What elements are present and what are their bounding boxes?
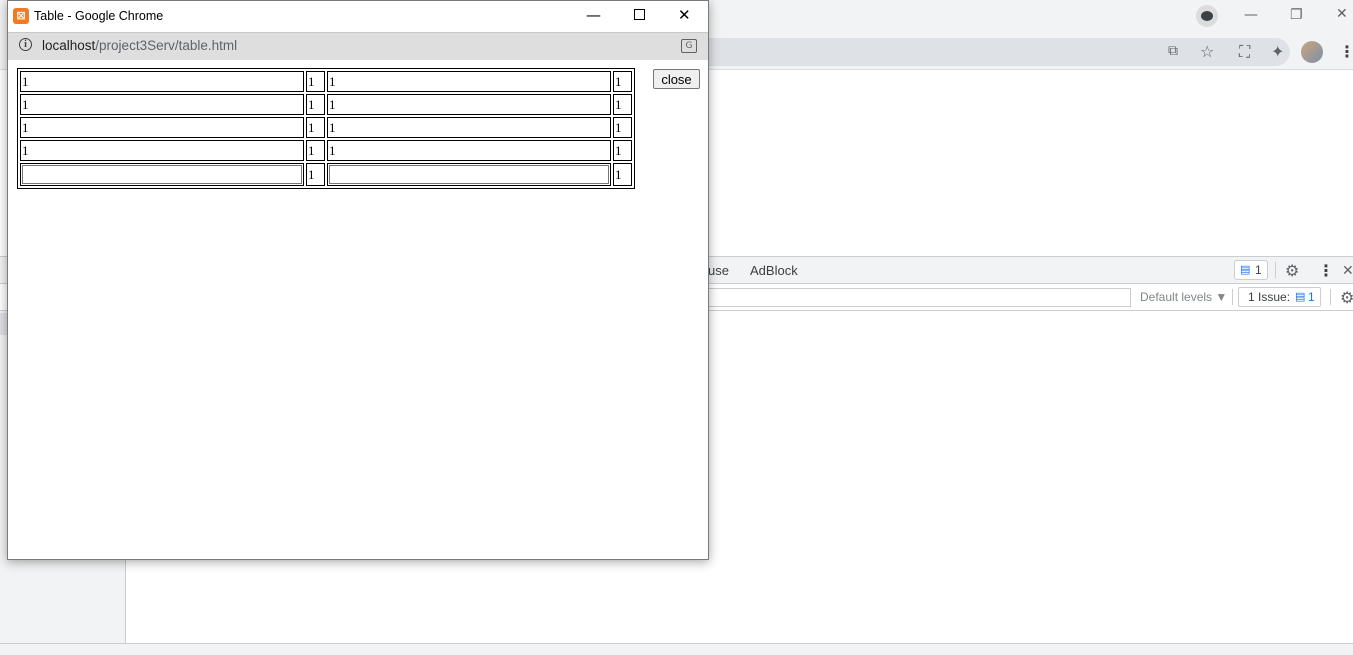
popup-titlebar: ⊠ Table - Google Chrome — ✕ [8,1,708,32]
translate-icon[interactable]: ⧉ [1168,43,1178,59]
popup-translate-icon[interactable]: G [681,39,697,53]
restore-icon[interactable]: ❐ [1290,8,1303,22]
data-table: 1 1 1 1 1 1 1 1 1 1 1 1 1 1 1 1 1 1 [17,68,635,189]
issue-badge-count: 1 [1255,263,1262,277]
table-cell: 1 [306,117,325,138]
table-row: 1 1 1 1 [20,140,632,161]
separator [1330,289,1331,305]
separator [1232,289,1233,305]
table-cell: 1 [613,117,632,138]
table-cell: 1 [613,94,632,115]
table-cell: 1 [20,117,304,138]
table-cell: 1 [20,71,304,92]
table-cell: 1 [306,163,325,186]
input-cell [20,163,304,186]
popup-close-icon[interactable]: ✕ [678,8,691,23]
profile-menu-icon[interactable] [1196,5,1218,27]
devtools-issue-badge[interactable]: ▤ 1 [1234,260,1268,280]
screenshot-icon[interactable]: ⛶ [1239,42,1250,62]
url-host: localhost [42,38,96,53]
close-icon[interactable]: ✕ [1336,7,1348,21]
table-row: 1 1 1 1 [20,117,632,138]
message-icon: ▤ [1295,290,1306,303]
popup-maximize-icon[interactable] [634,9,645,20]
popup-title: Table - Google Chrome [34,9,164,23]
minimize-icon[interactable]: — [1244,8,1258,22]
popup-minimize-icon[interactable]: — [586,8,601,23]
console-filter-input[interactable] [708,288,1131,307]
row-input-1[interactable] [22,165,302,184]
table-row: 1 1 1 1 [20,71,632,92]
table-cell: 1 [327,140,611,161]
popup-url[interactable]: localhost/project3Serv/table.html [42,38,237,53]
issues-button-label: 1 Issue: [1248,290,1291,304]
table-row: 1 1 1 1 [20,94,632,115]
devtools-menu-icon[interactable]: ⋮ [1318,261,1334,280]
xampp-app-icon: ⊠ [13,8,29,24]
devtools-drawer-bar [0,643,1353,655]
popup-window: ⊠ Table - Google Chrome — ✕ i localhost/… [7,0,709,560]
separator [1275,262,1276,278]
table-cell: 1 [306,71,325,92]
settings-icon[interactable]: ⚙ [1285,261,1299,280]
devtools-close-icon[interactable]: ✕ [1342,264,1353,278]
menu-icon[interactable]: ⋮ [1339,42,1353,61]
url-path: /project3Serv/table.html [95,38,238,53]
table-cell: 1 [327,117,611,138]
table-cell: 1 [613,140,632,161]
table-cell: 1 [327,94,611,115]
console-settings-icon[interactable]: ⚙ [1340,288,1353,307]
table-cell: 1 [613,71,632,92]
extensions-icon[interactable]: ✦ [1271,42,1284,61]
table-input-row: 1 1 [20,163,632,186]
issues-button-count: 1 [1308,290,1315,304]
issues-button[interactable]: 1 Issue: ▤ 1 [1238,287,1321,307]
table-cell: 1 [306,94,325,115]
message-icon: ▤ [1240,263,1251,276]
table-cell: 1 [20,94,304,115]
default-levels-dropdown[interactable]: Default levels ▼ [1140,290,1227,304]
devtools-tab-adblock[interactable]: AdBlock [750,263,798,278]
close-button[interactable]: close [653,69,700,89]
site-info-icon[interactable]: i [19,38,32,51]
table-cell: 1 [306,140,325,161]
profile-avatar[interactable] [1301,41,1323,63]
table-cell: 1 [613,163,632,186]
star-icon[interactable]: ☆ [1200,42,1214,61]
row-input-2[interactable] [329,165,609,184]
table-cell: 1 [327,71,611,92]
devtools-tab-partial[interactable]: use [708,263,729,278]
table-cell: 1 [20,140,304,161]
input-cell [327,163,611,186]
